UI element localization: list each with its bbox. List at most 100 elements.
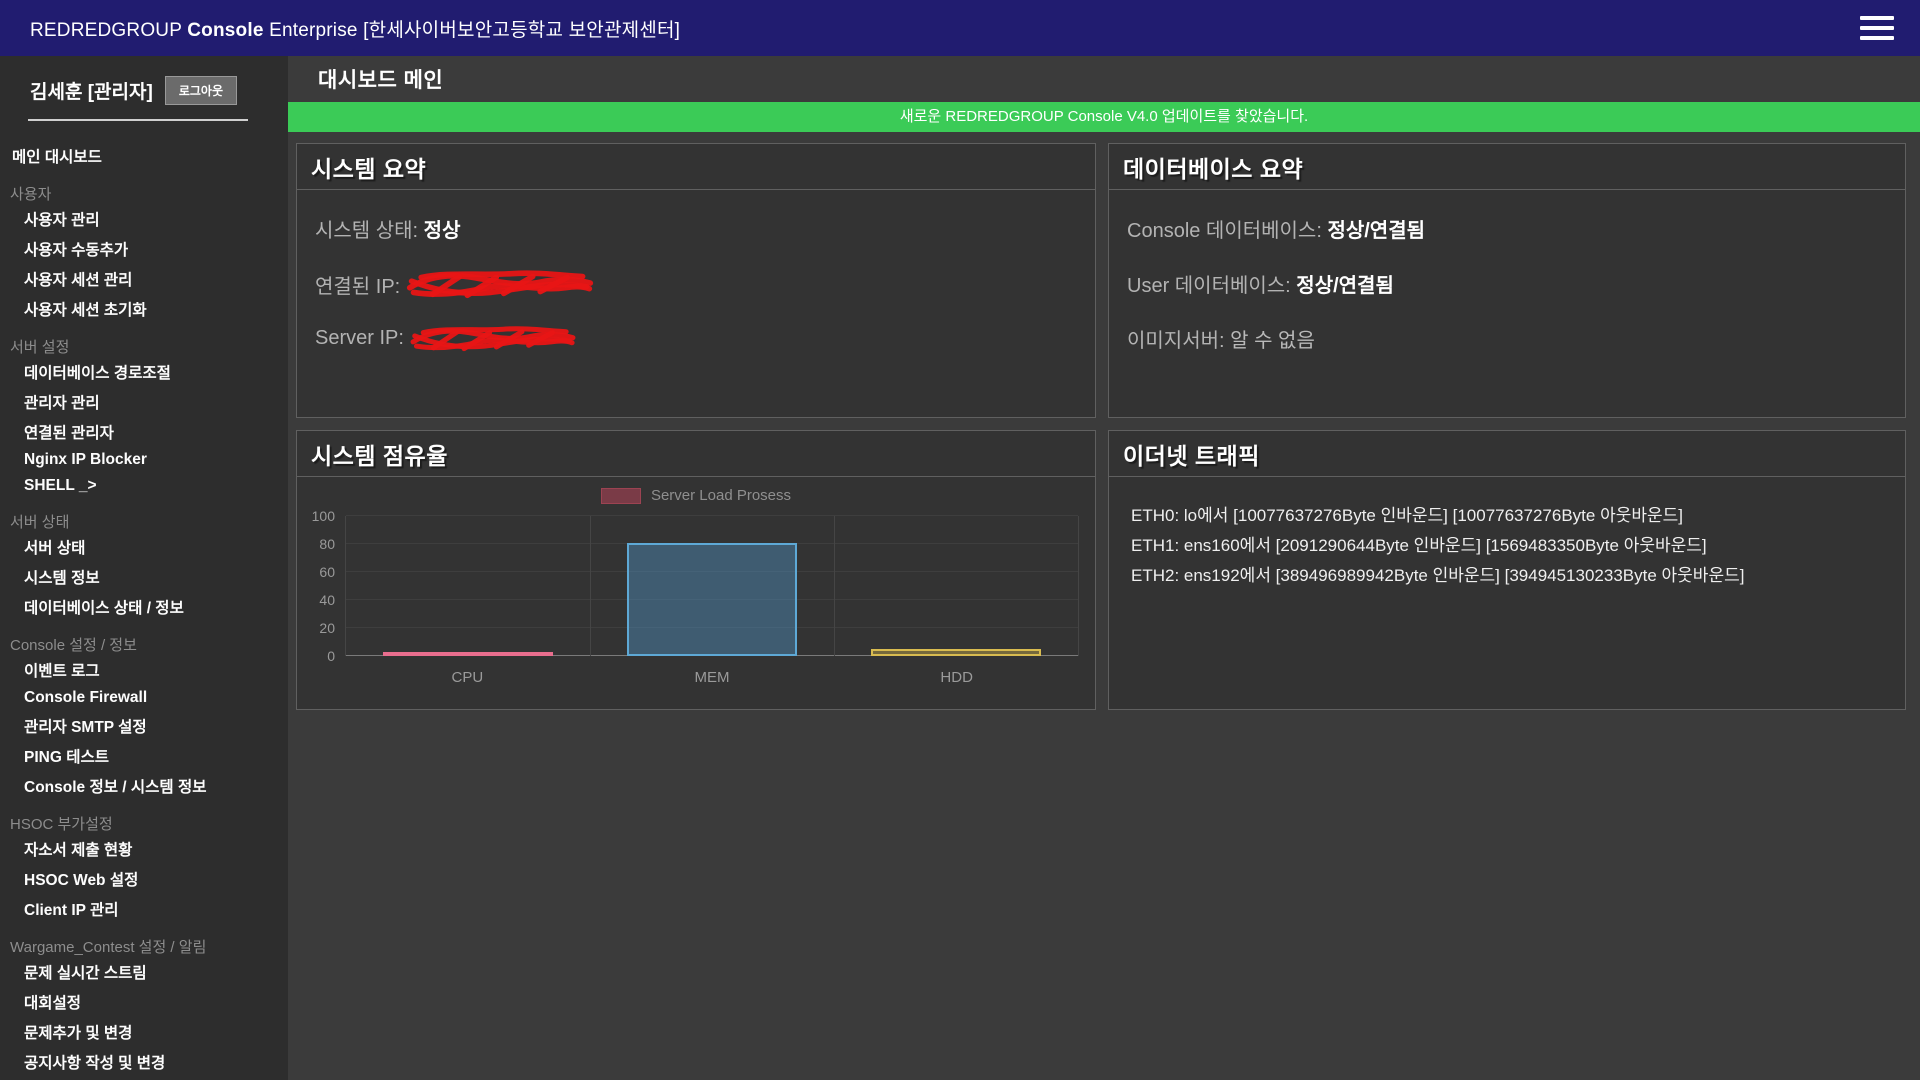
- sidebar-item-main-dashboard[interactable]: 메인 대시보드: [0, 141, 288, 171]
- gridline: [834, 516, 835, 656]
- redaction-scribble: [404, 269, 596, 299]
- y-axis-tick: 20: [319, 620, 335, 636]
- sidebar-item-shell[interactable]: SHELL _>: [0, 473, 288, 499]
- summary-label: 시스템 상태:: [315, 214, 424, 243]
- system-summary-panel: 시스템 요약 시스템 상태: 정상연결된 IP: Server IP:: [296, 143, 1096, 418]
- sidebar-item-admin-smtp[interactable]: 관리자 SMTP 설정: [0, 711, 288, 741]
- app-header: REDREDGROUP Console Enterprise [한세사이버보안고…: [0, 0, 1920, 56]
- sidebar-item-user-session-management[interactable]: 사용자 세션 관리: [0, 264, 288, 294]
- system-usage-panel: 시스템 점유율 Server Load Prosess 0 20 40 60 80 100…: [296, 430, 1096, 710]
- redaction-scribble-icon: [408, 325, 578, 352]
- bar-mem: [627, 543, 798, 656]
- x-axis-label: MEM: [590, 669, 835, 686]
- chart-slot-mem: [590, 516, 834, 656]
- panel-title: 데이터베이스 요약: [1109, 144, 1905, 190]
- sidebar-item-problem-add-edit[interactable]: 문제추가 및 변경: [0, 1017, 288, 1047]
- ethernet-body: ETH0: lo에서 [10077637276Byte 인바운드] [10077…: [1109, 477, 1905, 591]
- chart-slot-hdd: [834, 516, 1078, 656]
- console-db-row: Console 데이터베이스: 정상/연결됨: [1127, 214, 1887, 243]
- sidebar-item-contest-settings[interactable]: 대회설정: [0, 987, 288, 1017]
- summary-label: User 데이터베이스:: [1127, 269, 1296, 298]
- system-status-row: 시스템 상태: 정상: [315, 214, 1077, 243]
- app-title: REDREDGROUP Console Enterprise [한세사이버보안고…: [30, 15, 680, 42]
- page-title: 대시보드 메인: [318, 64, 1920, 94]
- y-axis-tick: 40: [319, 592, 335, 608]
- bar-hdd: [871, 649, 1042, 656]
- summary-label: Console 데이터베이스:: [1127, 214, 1327, 243]
- user-name: 김세훈 [관리자]: [30, 77, 153, 104]
- sidebar-item-user-session-reset[interactable]: 사용자 세션 초기화: [0, 294, 288, 324]
- y-axis-tick: 60: [319, 564, 335, 580]
- ethernet-traffic-panel: 이더넷 트래픽 ETH0: lo에서 [10077637276Byte 인바운드…: [1108, 430, 1906, 710]
- image-server-row: 이미지서버: 알 수 없음: [1127, 324, 1887, 353]
- summary-label: Server IP:: [315, 327, 404, 350]
- redaction-scribble: [408, 325, 578, 352]
- sidebar-item-console-firewall[interactable]: Console Firewall: [0, 685, 288, 711]
- sidebar-item-admin-management[interactable]: 관리자 관리: [0, 387, 288, 417]
- panel-title: 시스템 요약: [297, 144, 1095, 190]
- sidebar-item-nginx-ip-blocker[interactable]: Nginx IP Blocker: [0, 447, 288, 473]
- legend-color-box: [601, 488, 641, 504]
- dashboard-grid: 시스템 요약 시스템 상태: 정상연결된 IP: Server IP: 데이터베이…: [296, 143, 1906, 710]
- x-axis-label: HDD: [834, 669, 1079, 686]
- summary-label: 연결된 IP:: [315, 270, 400, 299]
- database-summary-panel: 데이터베이스 요약 Console 데이터베이스: 정상/연결됨User 데이터…: [1108, 143, 1906, 418]
- summary-value: 정상/연결됨: [1296, 269, 1394, 298]
- sidebar-divider: [28, 119, 248, 121]
- sidebar-item-problem-stream[interactable]: 문제 실시간 스트림: [0, 957, 288, 987]
- logout-button[interactable]: 로그아웃: [165, 76, 237, 105]
- sidebar-item-user-management[interactable]: 사용자 관리: [0, 204, 288, 234]
- sidebar-item-connected-admins[interactable]: 연결된 관리자: [0, 417, 288, 447]
- ethernet-line: ETH1: ens160에서 [2091290644Byte 인바운드] [15…: [1131, 531, 1887, 561]
- ethernet-line: ETH0: lo에서 [10077637276Byte 인바운드] [10077…: [1131, 501, 1887, 531]
- chart-xaxis: CPUMEMHDD: [345, 669, 1079, 686]
- sidebar-section-console-settings: Console 설정 / 정보: [0, 634, 288, 655]
- main-content: 대시보드 메인 새로운 REDREDGROUP Console V4.0 업데이…: [288, 56, 1920, 1080]
- sidebar-item-console-info[interactable]: Console 정보 / 시스템 정보: [0, 771, 288, 801]
- user-row: 김세훈 [관리자] 로그아웃: [0, 56, 288, 105]
- system-usage-chart: 0 20 40 60 80 100 CPUMEMHDD: [305, 504, 1085, 690]
- sidebar-item-system-info[interactable]: 시스템 정보: [0, 562, 288, 592]
- gridline: [590, 516, 591, 656]
- summary-value: 정상/연결됨: [1327, 214, 1425, 243]
- panel-title: 시스템 점유율: [297, 431, 1095, 477]
- sidebar-section-users: 사용자: [0, 183, 288, 204]
- sidebar-item-client-ip[interactable]: Client IP 관리: [0, 894, 288, 924]
- sidebar-item-hsoc-web-settings[interactable]: HSOC Web 설정: [0, 864, 288, 894]
- sidebar-section-hsoc: HSOC 부가설정: [0, 813, 288, 834]
- panel-title: 이더넷 트래픽: [1109, 431, 1905, 477]
- sidebar-item-coverletter-status[interactable]: 자소서 제출 현황: [0, 834, 288, 864]
- ethernet-line: ETH2: ens192에서 [389496989942Byte 인바운드] […: [1131, 561, 1887, 591]
- user-db-row: User 데이터베이스: 정상/연결됨: [1127, 269, 1887, 298]
- summary-label: 이미지서버:: [1127, 324, 1230, 353]
- bar-cpu: [383, 652, 554, 656]
- connected-ip-row: 연결된 IP:: [315, 269, 1077, 299]
- legend-label: Server Load Prosess: [651, 487, 791, 504]
- update-alert-banner: 새로운 REDREDGROUP Console V4.0 업데이트를 찾았습니다…: [288, 102, 1920, 132]
- system-summary-body: 시스템 상태: 정상연결된 IP: Server IP:: [297, 190, 1095, 352]
- sidebar-section-server-status: 서버 상태: [0, 511, 288, 532]
- chart-slot-cpu: [346, 516, 590, 656]
- y-axis-tick: 100: [312, 508, 335, 524]
- sidebar-section-server-settings: 서버 설정: [0, 336, 288, 357]
- chart-legend: Server Load Prosess: [297, 487, 1095, 504]
- sidebar-item-ping-test[interactable]: PING 테스트: [0, 741, 288, 771]
- chart-plot: [345, 516, 1079, 656]
- sidebar-item-db-status-info[interactable]: 데이터베이스 상태 / 정보: [0, 592, 288, 622]
- sidebar-item-server-status[interactable]: 서버 상태: [0, 532, 288, 562]
- sidebar-item-notice-edit[interactable]: 공지사항 작성 및 변경: [0, 1047, 288, 1077]
- database-summary-body: Console 데이터베이스: 정상/연결됨User 데이터베이스: 정상/연결…: [1109, 190, 1905, 353]
- x-axis-label: CPU: [345, 669, 590, 686]
- summary-value: 정상: [424, 214, 461, 243]
- y-axis-tick: 80: [319, 536, 335, 552]
- sidebar-item-db-path[interactable]: 데이터베이스 경로조절: [0, 357, 288, 387]
- chart-yaxis: 020406080100: [305, 516, 341, 656]
- summary-value: 알 수 없음: [1230, 324, 1315, 353]
- sidebar-section-wargame: Wargame_Contest 설정 / 알림: [0, 936, 288, 957]
- sidebar-item-event-log[interactable]: 이벤트 로그: [0, 655, 288, 685]
- sidebar: 김세훈 [관리자] 로그아웃 메인 대시보드사용자사용자 관리사용자 수동추가사…: [0, 56, 288, 1080]
- hamburger-menu-icon[interactable]: [1860, 16, 1894, 40]
- redaction-scribble-icon: [404, 269, 596, 299]
- sidebar-item-user-manual-add[interactable]: 사용자 수동추가: [0, 234, 288, 264]
- y-axis-tick: 0: [327, 648, 335, 664]
